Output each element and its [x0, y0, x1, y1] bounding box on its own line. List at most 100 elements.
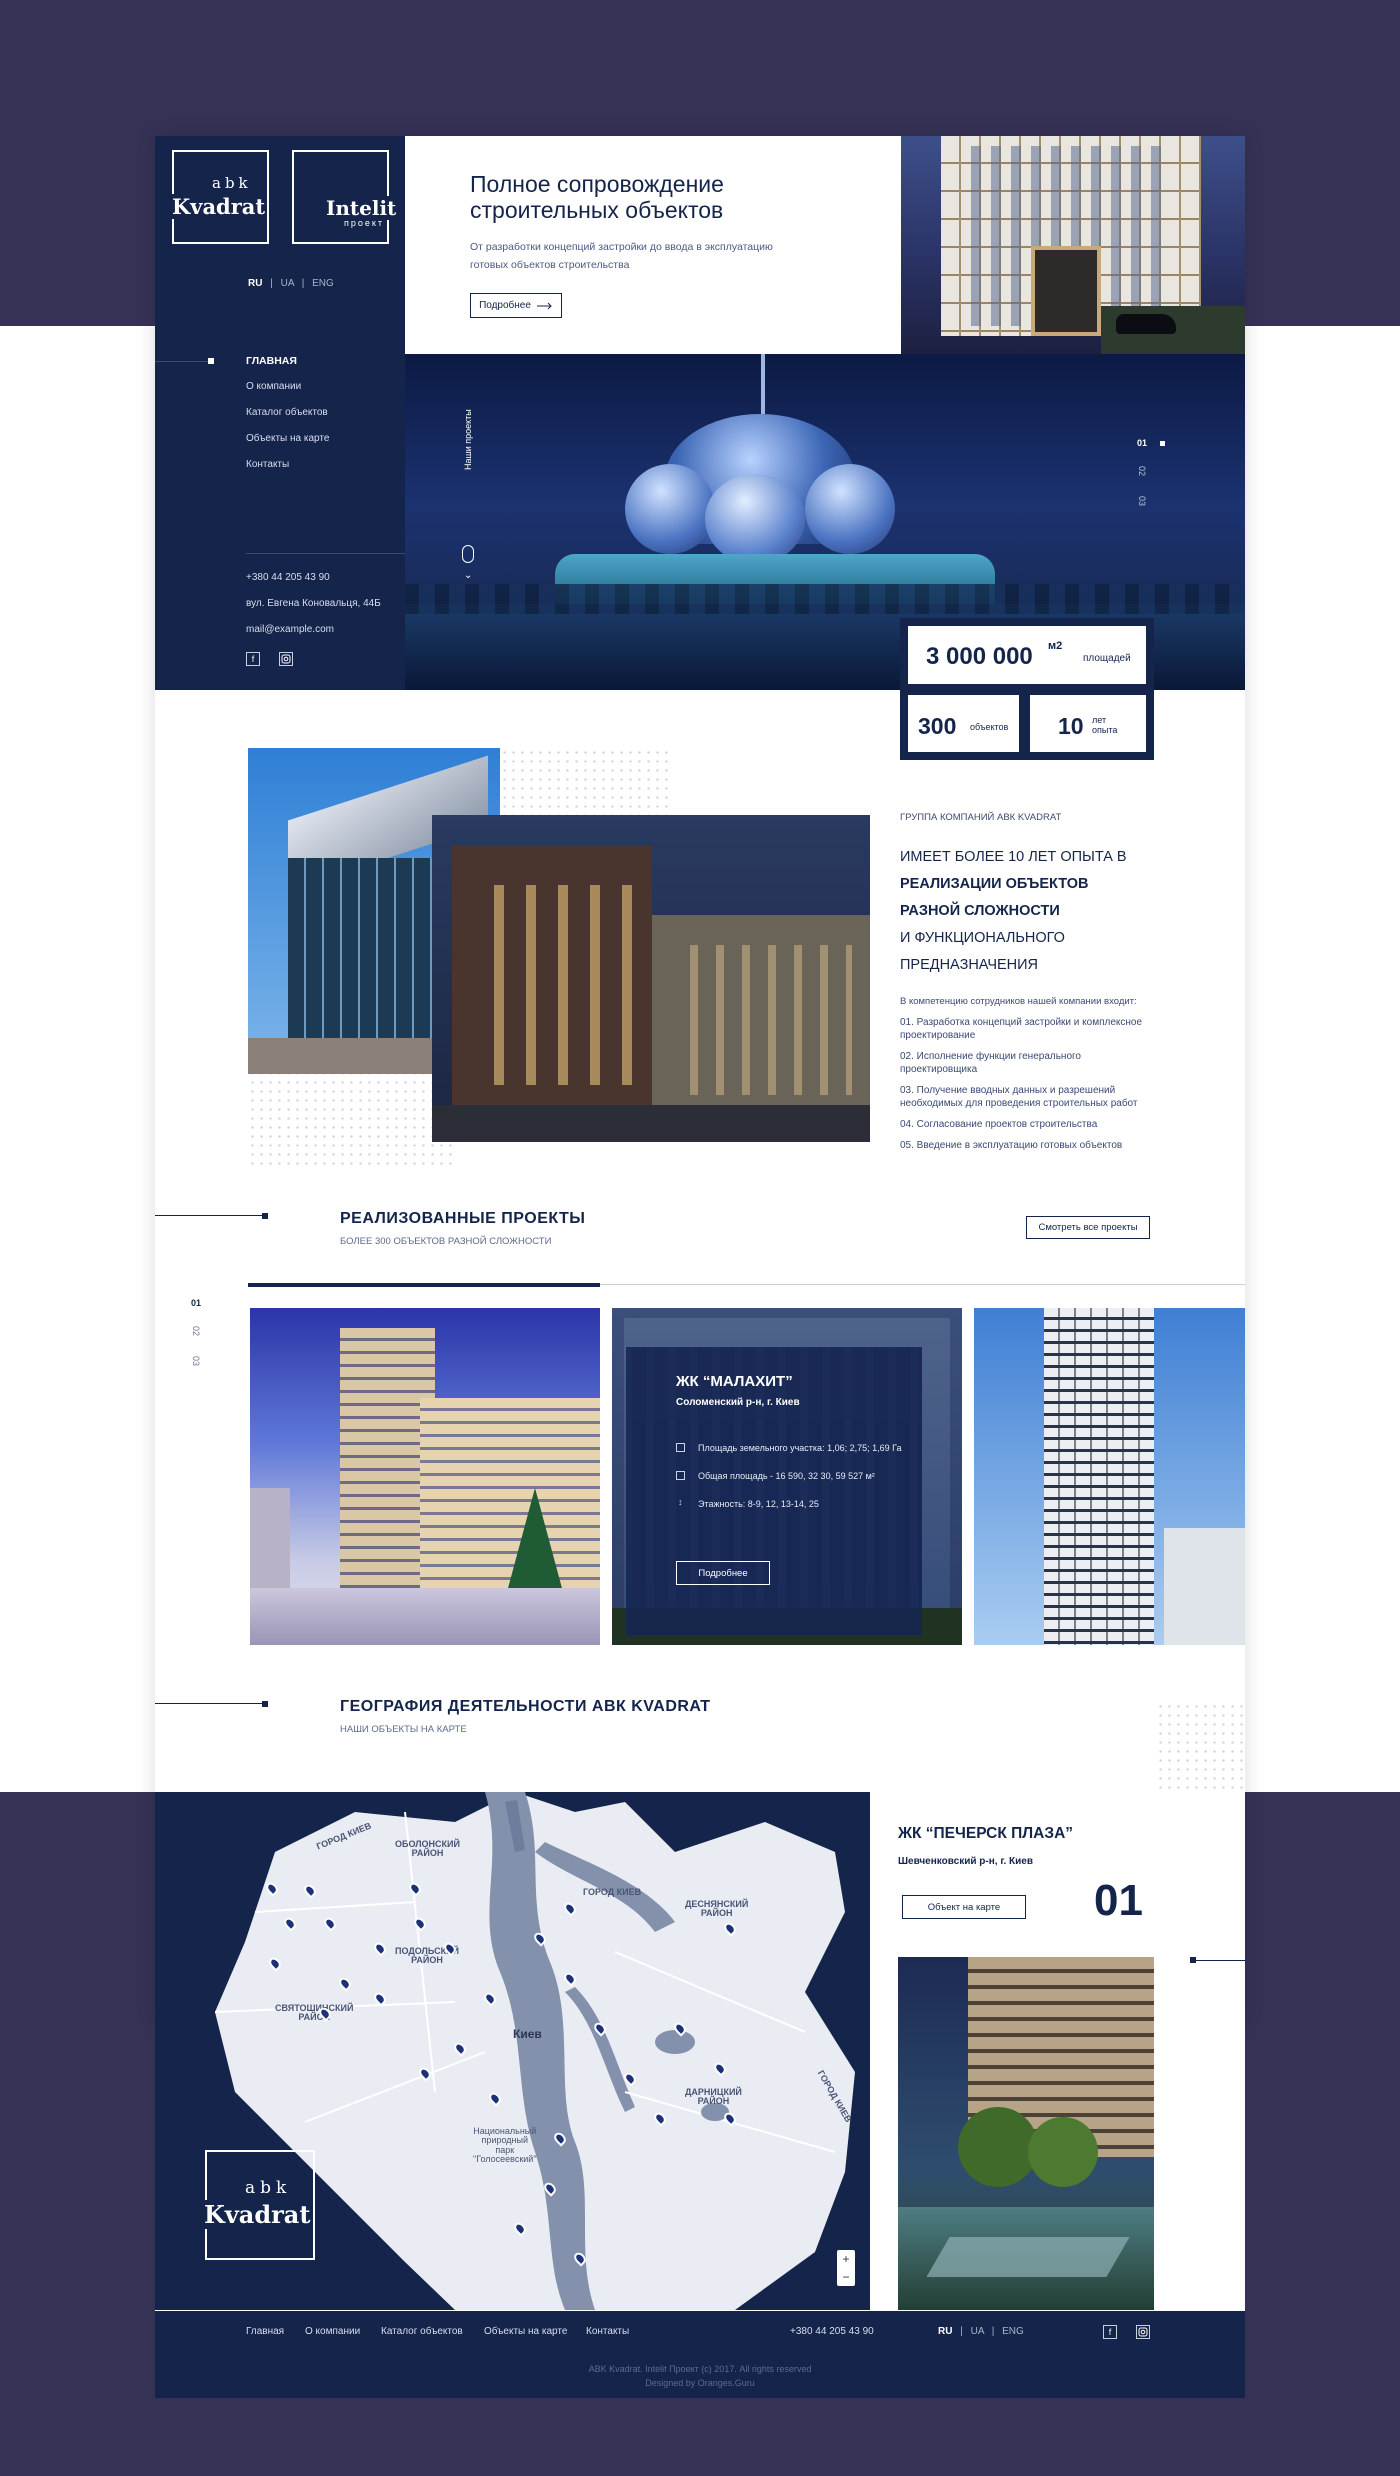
- kyiv-map[interactable]: ГОРОД КИЕВ ОБОЛОНСКИЙ РАЙОН ПОДОЛЬСКИЙ Р…: [155, 1792, 870, 2310]
- featured-project-overlay: ЖК “МАЛАХИТ” Соломенский р-н, г. Киев Пл…: [626, 1347, 922, 1635]
- footer-designed-by[interactable]: Designed by Oranges.Guru: [155, 2376, 1245, 2390]
- list-item: 02. Исполнение функции генерального прое…: [900, 1051, 1081, 1075]
- geography-title: ГЕОГРАФИЯ ДЕЯТЕЛЬНОСТИ АВК KVADRAT: [340, 1698, 711, 1715]
- sidebar-email[interactable]: mail@example.com: [246, 624, 334, 635]
- object-marker-line: [1193, 1960, 1245, 1961]
- list-item: 01. Разработка концепций застройки и ком…: [900, 1017, 1143, 1041]
- hero-title: Полное сопровождение строительных объект…: [470, 171, 724, 224]
- zoom-in-button[interactable]: +: [837, 2250, 855, 2268]
- stat-objects: 300 объектов: [905, 692, 1022, 755]
- hero-text-block: Полное сопровождение строительных объект…: [405, 136, 901, 354]
- intelit-logo[interactable]: Intelit проект: [292, 150, 396, 244]
- abk-kvadrat-logo[interactable]: abk Kvadrat: [170, 150, 269, 244]
- map-label: Национальный природный парк "Голосеевски…: [473, 2126, 537, 2165]
- map-zoom-controls: + −: [837, 2250, 855, 2286]
- hero-slide-2[interactable]: 02: [1137, 466, 1147, 476]
- chevron-down-icon[interactable]: ⌄: [464, 570, 472, 581]
- footer-link-home[interactable]: Главная: [246, 2326, 284, 2337]
- section-line: [155, 1215, 267, 1216]
- total-area-icon: [676, 1471, 685, 1480]
- object-number: 01: [1094, 1876, 1143, 1925]
- lang-ua[interactable]: UA: [281, 278, 294, 289]
- project-card-3[interactable]: [974, 1308, 1245, 1645]
- list-item: 04. Согласование проектов строительства: [900, 1119, 1098, 1130]
- geography-subtitle: НАШИ ОБЪЕКТЫ НА КАРТЕ: [340, 1724, 467, 1735]
- nav-item-catalog[interactable]: Каталог объектов: [246, 407, 328, 418]
- list-item: 03. Получение вводных данных и разрешени…: [900, 1085, 1138, 1109]
- footer-copyright: ABK Kvadrat. Intelit Проект (c) 2017. Al…: [155, 2362, 1245, 2391]
- section-marker: [262, 1701, 268, 1707]
- lang-eng[interactable]: ENG: [312, 278, 334, 289]
- projects-page-3[interactable]: 03: [191, 1356, 201, 1366]
- section-line: [155, 1703, 267, 1704]
- nav-marker-dot: [208, 358, 214, 364]
- stat-area: 3 000 000 м2 площадей: [905, 623, 1149, 687]
- lang-ru[interactable]: RU: [248, 278, 262, 289]
- dots-pattern: [500, 748, 670, 818]
- footer-link-about[interactable]: О компании: [305, 2326, 360, 2337]
- footer-phone[interactable]: +380 44 205 43 90: [790, 2326, 874, 2337]
- nav-item-map[interactable]: Объекты на карте: [246, 433, 329, 444]
- footer-link-map[interactable]: Объекты на карте: [484, 2326, 567, 2337]
- sidebar-address: вул. Евгена Коновальця, 44Б: [246, 598, 381, 609]
- object-location: Шевченковский р-н, г. Киев: [898, 1856, 1034, 1867]
- object-marker-dot: [1190, 1957, 1196, 1963]
- hero-slide-1[interactable]: 01: [1137, 438, 1147, 448]
- dots-pattern: [248, 1060, 458, 1170]
- instagram-icon[interactable]: [279, 652, 293, 666]
- land-area-icon: [676, 1443, 685, 1452]
- lang-ru[interactable]: RU: [938, 2326, 952, 2337]
- hero-slide-3[interactable]: 03: [1137, 496, 1147, 506]
- footer-link-catalog[interactable]: Каталог объектов: [381, 2326, 463, 2337]
- about-list: 01. Разработка концепций застройки и ком…: [900, 1016, 1150, 1160]
- projects-title: РЕАЛИЗОВАННЫЕ ПРОЕКТЫ: [340, 1210, 586, 1227]
- lang-eng[interactable]: ENG: [1002, 2326, 1024, 2337]
- nav-item-about[interactable]: О компании: [246, 381, 301, 392]
- map-kvadrat-logo: abk Kvadrat: [201, 2150, 315, 2260]
- footer-link-contacts[interactable]: Контакты: [586, 2326, 629, 2337]
- map-label: ОБОЛОНСКИЙ РАЙОН: [395, 1839, 460, 1859]
- about-overline: ГРУППА КОМПАНИЙ АВК KVADRAT: [900, 812, 1062, 823]
- map-label: Киев: [513, 2027, 542, 2041]
- sidebar-phone[interactable]: +380 44 205 43 90: [246, 572, 330, 583]
- nav-marker-line: [155, 361, 211, 362]
- lang-ua[interactable]: UA: [971, 2326, 984, 2337]
- projects-page-2[interactable]: 02: [191, 1326, 201, 1336]
- featured-more-button[interactable]: Подробнее: [676, 1561, 770, 1585]
- scroll-mouse-icon[interactable]: [462, 545, 474, 563]
- nav-item-contacts[interactable]: Контакты: [246, 459, 289, 470]
- map-label: ДЕСНЯНСКИЙ РАЙОН: [685, 1899, 749, 1919]
- hero-more-button[interactable]: Подробнее: [470, 293, 562, 318]
- hero-building-image: [901, 136, 1245, 354]
- about-heading: ИМЕЕТ БОЛЕЕ 10 ЛЕТ ОПЫТА В РЕАЛИЗАЦИИ ОБ…: [900, 849, 1127, 973]
- map-label: ДАРНИЦКИЙ РАЙОН: [685, 2087, 742, 2107]
- zoom-out-button[interactable]: −: [837, 2268, 855, 2286]
- stat-years: 10 лет опыта: [1027, 692, 1149, 755]
- list-item: 05. Введение в эксплуатацию готовых объе…: [900, 1140, 1123, 1151]
- facebook-icon[interactable]: f: [246, 652, 260, 666]
- floors-icon: ↕: [678, 1497, 683, 1507]
- section-marker: [262, 1213, 268, 1219]
- hero-slide-marker: [1160, 441, 1165, 446]
- object-image: [898, 1957, 1154, 2310]
- about-image-brick-house: [432, 815, 870, 1142]
- featured-project-location: Соломенский р-н, г. Киев: [676, 1397, 800, 1408]
- project-card-1[interactable]: [250, 1308, 600, 1645]
- nav-item-home[interactable]: ГЛАВНАЯ: [246, 355, 297, 367]
- instagram-icon[interactable]: [1136, 2325, 1150, 2339]
- view-all-projects-button[interactable]: Смотреть все проекты: [1026, 1216, 1150, 1239]
- projects-progress-track: [600, 1284, 1245, 1285]
- language-switcher: RU | UA | ENG: [248, 278, 334, 289]
- facebook-icon[interactable]: f: [1103, 2325, 1117, 2339]
- arrow-right-icon: [536, 302, 552, 309]
- featured-project-name: ЖК “МАЛАХИТ”: [676, 1373, 793, 1390]
- hero-vertical-label: Наши проекты: [463, 409, 473, 470]
- map-label: ГОРОД КИЕВ: [583, 1887, 642, 1897]
- projects-page-1[interactable]: 01: [191, 1298, 201, 1308]
- projects-subtitle: БОЛЕЕ 300 ОБЪЕКТОВ РАЗНОЙ СЛОЖНОСТИ: [340, 1236, 552, 1247]
- about-intro: В компетенцию сотрудников нашей компании…: [900, 996, 1137, 1007]
- footer-divider: [155, 2310, 1245, 2311]
- projects-progress-fill: [248, 1283, 600, 1287]
- object-on-map-button[interactable]: Объект на карте: [902, 1895, 1026, 1919]
- sidebar-divider: [246, 553, 405, 554]
